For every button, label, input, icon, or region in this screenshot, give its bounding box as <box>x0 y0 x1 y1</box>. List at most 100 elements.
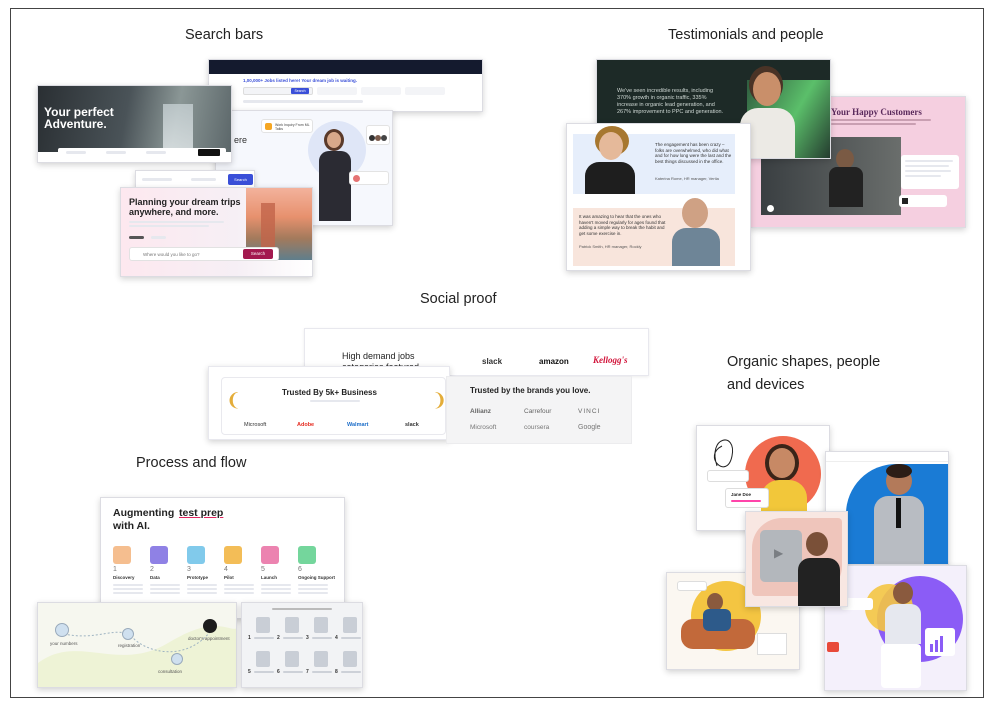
trips-title-line1: Planning your dream trips <box>129 197 241 207</box>
doctor-icon <box>203 619 217 633</box>
profile-card: Jane Doe <box>725 488 769 508</box>
process-title-prefix: Augmenting <box>113 507 175 519</box>
light-testimonial-card: The engagement has been crazy – folks ar… <box>566 123 751 271</box>
adventure-search-button[interactable] <box>198 149 220 156</box>
jobs-headline: 1,00,000+ Jobs listed here! Your dream j… <box>243 78 357 83</box>
woman-body <box>585 162 635 194</box>
flow-node-4: consultation <box>158 669 183 674</box>
trusted-microsoft: Microsoft <box>244 422 267 428</box>
process-step-label: Ongoing Support <box>298 575 335 580</box>
consultation-icon <box>171 653 183 665</box>
jobs-type-select[interactable] <box>361 87 401 95</box>
jobs-search-button[interactable]: Search <box>291 88 309 94</box>
laurel-right-icon: ❩ <box>432 390 448 410</box>
play-button-icon: ▶ <box>774 546 784 560</box>
trusted-5k-title: Trusted By 5k+ Business <box>282 388 377 397</box>
man2-shirt <box>672 228 720 266</box>
process-card: Augmenting test prep with AI. 1 Discovery… <box>100 497 345 619</box>
mini-navbar <box>826 452 948 462</box>
process-step-icon <box>261 546 279 564</box>
man-face <box>753 72 781 106</box>
logo-carrefour: Carrefour <box>524 408 552 415</box>
process-step-label: Data <box>150 575 160 580</box>
journey-step-icon <box>314 617 328 633</box>
trusted-brands-title: Trusted by the brands you love. <box>470 386 591 395</box>
journey-step-number: 8 <box>335 669 338 675</box>
process-step-number: 4 <box>224 566 228 573</box>
adventure-search-card: Your perfect Adventure. <box>37 85 232 163</box>
trips-title-line2: anywhere, and more. <box>129 207 219 217</box>
journey-step-number: 4 <box>335 635 338 641</box>
suit-tie <box>896 498 901 528</box>
patient-flow-card: your numbers registration doctor's appoi… <box>37 602 237 688</box>
organic-card-youtube: ▶ <box>745 511 848 607</box>
trips-search-card: Planning your dream trips anywhere, and … <box>120 187 313 277</box>
process-step-number: 2 <box>150 566 154 573</box>
woman-face <box>327 132 341 148</box>
journey-step-icon <box>285 651 299 667</box>
jobs-department-select[interactable] <box>405 87 445 95</box>
process-step-number: 1 <box>113 566 117 573</box>
journey-step-number: 3 <box>306 635 309 641</box>
woman-face <box>599 132 623 160</box>
journey-step-number: 5 <box>248 669 251 675</box>
job-title-search-button[interactable]: Search <box>228 174 253 185</box>
high-demand-line1: High demand jobs <box>342 351 415 361</box>
testimonial-1-author: Katerina Rome, HR manager, Vertia <box>655 176 719 181</box>
logo-microsoft: Microsoft <box>470 424 497 431</box>
journey-step-icon <box>256 617 270 633</box>
brand-kelloggs: Kellogg's <box>593 355 628 365</box>
heading-testimonials: Testimonials and people <box>668 27 824 43</box>
agency-card <box>349 171 389 185</box>
job-title-search-bar[interactable]: Search <box>135 170 255 188</box>
cta-chip[interactable] <box>827 642 839 652</box>
journey-step-number: 7 <box>306 669 309 675</box>
man2-face <box>682 198 708 228</box>
trusted-brands-card: Trusted by the brands you love. Allianz … <box>446 376 632 444</box>
venice-building <box>261 203 275 248</box>
journey-step-icon <box>256 651 270 667</box>
testimonial-2-author: Patrick Smith, HR manager, Rockly <box>579 244 642 249</box>
profile-name: Jane Doe <box>731 492 752 497</box>
process-step-label: Discovery <box>113 575 135 580</box>
journey-step-number: 2 <box>277 635 280 641</box>
process-step-icon <box>113 546 131 564</box>
happy-customers-title: Your Happy Customers <box>831 107 922 117</box>
process-step-label: Pilot <box>224 575 234 580</box>
flow-node-3: doctor's appointment <box>188 636 230 641</box>
journey-step-icon <box>343 617 357 633</box>
process-title-suffix: with AI. <box>113 520 150 532</box>
flow-node-1: your numbers <box>50 641 78 646</box>
process-step-icon <box>224 546 242 564</box>
man-body <box>829 167 863 207</box>
heart-icon <box>55 623 69 637</box>
laurel-left-icon: ❨ <box>226 390 242 410</box>
sofa-person-body <box>703 609 731 631</box>
process-step-number: 3 <box>187 566 191 573</box>
heading-search-bars: Search bars <box>185 27 264 43</box>
man-head <box>836 149 854 169</box>
heading-process: Process and flow <box>136 455 247 471</box>
heading-organic-line2: and devices <box>727 377 805 393</box>
adventure-search-bar[interactable] <box>58 148 226 157</box>
journey-step-icon <box>285 617 299 633</box>
jobs-search-card: 1,00,000+ Jobs listed here! Your dream j… <box>208 59 483 112</box>
jobs-location-select[interactable] <box>317 87 357 95</box>
chip-sofa <box>677 581 707 591</box>
journey-step-number: 1 <box>248 635 251 641</box>
play-icon[interactable] <box>767 205 774 212</box>
talent-avatars-card <box>366 125 390 145</box>
flow-node-2: registration <box>118 643 141 648</box>
process-step-icon <box>150 546 168 564</box>
journey-step-icon <box>314 651 328 667</box>
jobs-header-bar <box>209 60 482 74</box>
trusted-5k-inner: Trusted By 5k+ Business ❨ ❩ Microsoft Ad… <box>221 377 448 435</box>
laptop-man-head <box>893 582 913 604</box>
process-step-label: Prototype <box>187 575 209 580</box>
heading-organic-line1: Organic shapes, people <box>727 354 881 370</box>
trusted-adobe: Adobe <box>297 422 315 428</box>
chip-left <box>707 470 749 482</box>
brand-amazon: amazon <box>539 357 569 366</box>
trips-search-button[interactable]: Search <box>243 249 273 259</box>
process-step-number: 5 <box>261 566 265 573</box>
